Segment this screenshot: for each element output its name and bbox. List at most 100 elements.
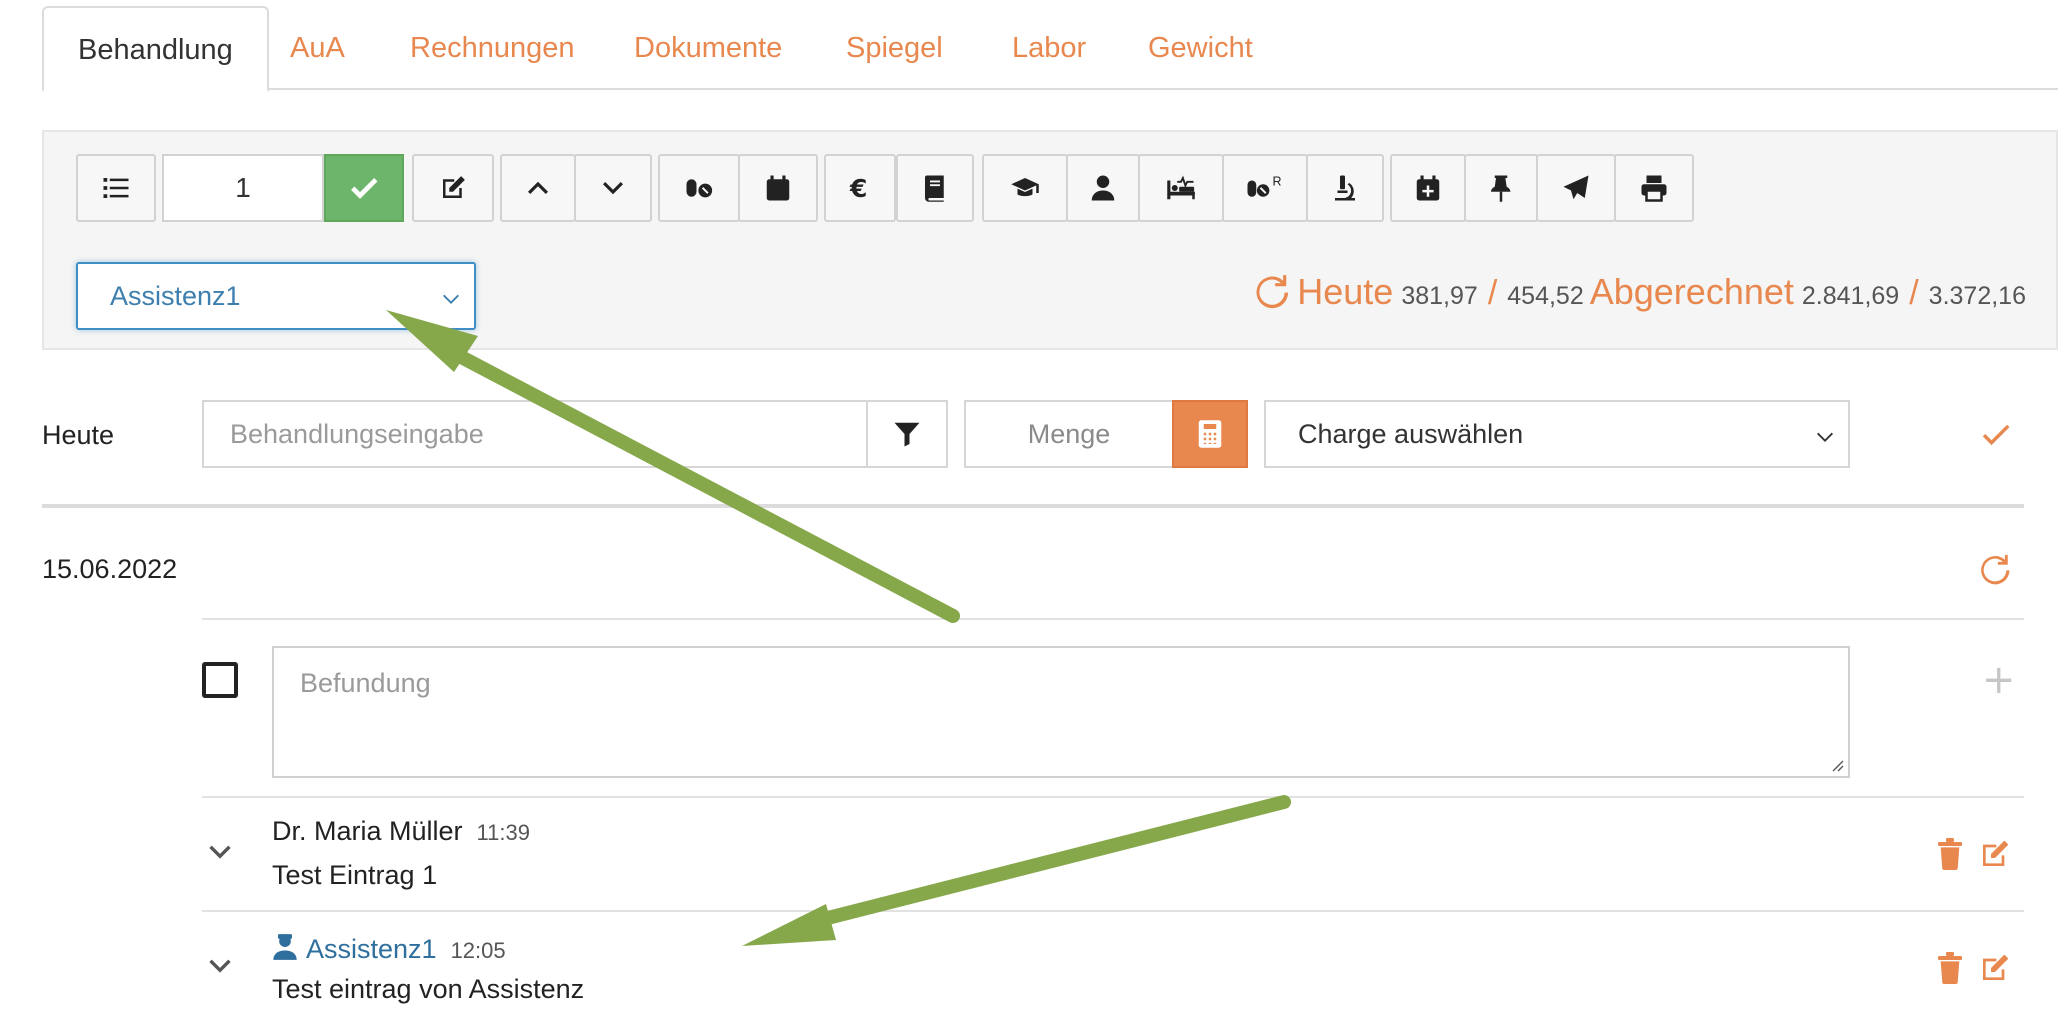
move-down-button[interactable] [574,154,652,222]
check-icon [1982,424,2010,446]
tab-dokumente[interactable]: Dokumente [600,6,816,90]
medication-button[interactable] [658,154,740,222]
filter-button[interactable] [866,400,948,468]
tab-aua[interactable]: AuA [256,6,379,90]
annotation-arrow-up-shaft [441,343,960,623]
row-divider [202,618,2024,620]
edit-entry-button[interactable] [1978,838,2012,875]
filter-icon [894,422,920,447]
calculator-icon [1198,420,1222,448]
tab-behandlung[interactable]: Behandlung [42,6,269,92]
finding-placeholder: Befundung [300,668,431,698]
book-icon [924,175,944,202]
bed-pulse-icon [1167,175,1195,200]
add-finding-icon[interactable]: + [1982,660,2016,700]
edit-icon [443,176,465,198]
paper-plane-icon [1563,175,1589,200]
print-icon [1641,175,1667,202]
entry-time: 11:39 [476,820,530,845]
entry-text: Test Eintrag 1 [272,860,438,890]
resize-grip-icon[interactable] [1828,756,1844,772]
confirm-button[interactable] [324,154,404,222]
batch-select[interactable]: Charge auswählen [1264,400,1850,468]
heute-value: 381,97 [1401,282,1478,310]
patient-button[interactable] [1066,154,1140,222]
chevron-down-icon [209,959,231,973]
lab-button[interactable] [1306,154,1384,222]
chevron-down-icon [603,182,623,195]
calendar-plus-icon [1416,175,1440,201]
entry-author: Dr. Maria Müller 11:39 [272,816,530,847]
tab-rechnungen[interactable]: Rechnungen [376,6,608,90]
calculator-button[interactable] [1172,400,1248,468]
counter-input[interactable]: 1 [162,154,324,222]
chevron-down-icon [440,286,462,317]
totals-summary: Heute 381,97 / 454,52 Abgerechnet 2.841,… [1253,266,2026,326]
assistant-select[interactable]: Assistenz1 [76,262,476,330]
expand-entry-button[interactable] [204,950,236,987]
trash-icon [1938,952,1962,984]
edit-entry-button[interactable] [1978,952,2012,989]
entry-author-name[interactable]: Assistenz1 [306,934,437,964]
training-button[interactable] [982,154,1068,222]
treatment-input[interactable]: Behandlungseingabe [202,400,868,468]
pills-prescription-icon: R [1247,175,1282,197]
catalog-button[interactable] [896,154,974,222]
treatment-entry: Dr. Maria Müller 11:39 Test Eintrag 1 [202,798,2024,910]
print-button[interactable] [1614,154,1694,222]
tab-gewicht[interactable]: Gewicht [1114,6,1287,90]
list-button[interactable] [76,154,156,222]
chevron-down-icon [209,845,231,859]
tab-spiegel[interactable]: Spiegel [812,6,977,90]
finding-checkbox[interactable] [202,662,238,698]
expand-entry-button[interactable] [204,836,236,873]
pin-button[interactable] [1464,154,1538,222]
entry-author-name: Dr. Maria Müller [272,816,463,846]
send-button[interactable] [1536,154,1616,222]
heute-total: 454,52 [1507,282,1584,310]
calendar-icon [766,175,790,201]
list-icon [103,178,129,198]
edit-icon [1983,954,2009,980]
euro-icon: € [849,174,867,203]
day-date: 15.06.2022 [42,554,178,584]
delete-entry-button[interactable] [1936,838,1964,875]
user-icon [1091,175,1115,201]
refresh-totals-icon[interactable] [1253,266,1291,311]
finding-textarea[interactable]: Befundung [272,646,1850,778]
billing-button[interactable]: € [824,154,896,222]
abgerechnet-label: Abgerechnet [1589,271,1794,312]
tab-labor[interactable]: Labor [978,6,1120,90]
batch-select-value: Charge auswählen [1298,418,1524,449]
treatment-page: Behandlung AuA Rechnungen Dokumente Spie… [0,0,2068,1020]
assistant-select-value: Assistenz1 [110,280,241,311]
microscope-icon [1335,175,1355,201]
appointment-button[interactable] [1390,154,1466,222]
inpatient-button[interactable] [1138,154,1224,222]
svg-text:€: € [849,174,867,203]
move-up-button[interactable] [500,154,576,222]
edit-icon [1983,840,2009,866]
submit-entry-button[interactable] [1978,416,2014,457]
abgerechnet-total: 3.372,16 [1928,282,2026,310]
pills-icon [686,179,713,198]
amount-input[interactable]: Menge [964,400,1174,468]
assistant-user-icon [272,934,306,964]
refresh-day-button[interactable] [1978,552,2012,591]
tab-bar: Behandlung AuA Rechnungen Dokumente Spie… [42,6,2058,92]
check-icon [351,177,378,199]
entry-date-label: Heute [42,420,115,450]
prescription-r-label: R [1273,175,1282,189]
thumbtack-icon [1491,175,1511,202]
prescription-button[interactable]: R [1222,154,1308,222]
chevron-up-icon [528,181,548,194]
slash-separator: / [1909,274,1919,312]
chevron-down-icon [1814,424,1836,455]
edit-button[interactable] [412,154,494,222]
calendar-button[interactable] [738,154,818,222]
entry-time: 12:05 [450,938,506,963]
section-divider [42,504,2024,508]
delete-entry-button[interactable] [1936,952,1964,989]
entry-author: Assistenz1 12:05 [272,930,506,965]
entry-text: Test eintrag von Assistenz [272,974,585,1004]
